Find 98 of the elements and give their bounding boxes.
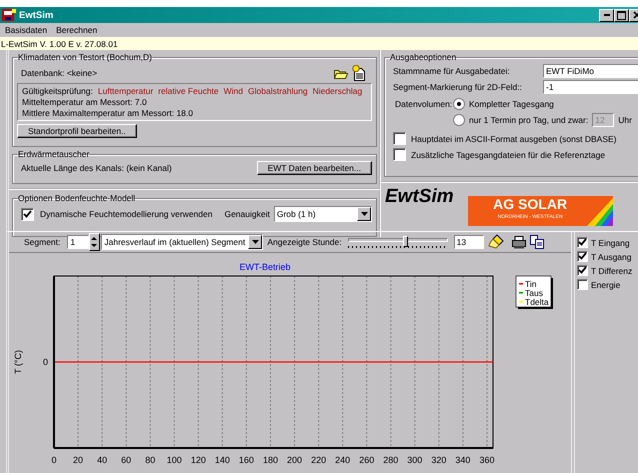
checkbox[interactable] [393, 148, 406, 161]
hour-value-field[interactable]: 13 [454, 235, 484, 249]
dropdown-button[interactable] [357, 207, 371, 221]
x-tick-label: 100 [166, 455, 182, 465]
checkbox-label: T Eingang [591, 238, 630, 248]
dropdown-value: Grob (1 h) [276, 209, 317, 219]
legend-label: Tin [525, 279, 536, 289]
stem-name-label: Stammname für Ausgabedatei: [393, 66, 511, 76]
segment-marker-label: Segment-Markierung für 2D-Feld:: [393, 82, 523, 92]
view-dropdown[interactable]: Jahresverlauf im (aktuellen) Segment [101, 234, 264, 250]
dropdown-button[interactable] [248, 235, 262, 249]
validity-item: relative Feuchte [158, 86, 219, 96]
radio-label: nur 1 Termin pro Tag, und zwar: [469, 115, 588, 125]
logo-title: AG SOLAR [493, 196, 568, 213]
mean-temperature: Mitteltemperatur am Messort: 7.0 [22, 97, 147, 107]
edit-ewt-button[interactable]: EWT Daten bearbeiten... [256, 161, 372, 175]
radio-button[interactable] [453, 114, 465, 126]
group-title: Klimadaten von Testort (Bochum,D) [18, 52, 152, 62]
legend-label: Taus [525, 288, 543, 298]
checkbox-label: Hauptdatei im ASCII-Format ausgeben (sonst DBASE) [411, 134, 617, 144]
validity-item: Globalstrahlung [248, 86, 308, 96]
stem-name-field[interactable]: EWT FiDiMo [543, 64, 638, 78]
checkbox[interactable] [21, 208, 34, 220]
segment-field[interactable]: 1 [67, 235, 90, 249]
maximize-icon [617, 10, 626, 20]
segment-label: Segment: [24, 237, 60, 247]
x-tick-label: 180 [262, 455, 278, 465]
x-tick-label: 240 [335, 455, 350, 465]
radio-label: Kompletter Tagesgang [469, 99, 554, 109]
checkbox-label: T Differenz [591, 266, 632, 276]
minimize-icon [604, 14, 610, 16]
x-tick-label: 120 [190, 455, 206, 465]
y-tick-label: 0 [42, 357, 48, 367]
checkbox[interactable] [393, 132, 406, 145]
minimize-button[interactable] [599, 8, 614, 22]
checkbox[interactable] [577, 237, 588, 248]
max-temperature: Mittlere Maximaltemperatur am Messort: 18.0 [22, 108, 193, 118]
group-title: Optionen Bodenfeuchte-Modell [18, 193, 136, 203]
caret-icon [252, 240, 259, 244]
checkbox[interactable] [577, 279, 588, 290]
app-name: EwtSim [385, 186, 454, 208]
channel-length: Aktuelle Länge des Kanals: (kein Kanal) [21, 163, 172, 173]
x-tick-label: 200 [287, 455, 302, 465]
brush-icon[interactable] [488, 234, 504, 250]
caret-icon [360, 212, 368, 216]
folder-icon[interactable] [334, 68, 348, 78]
checkbox[interactable] [577, 265, 588, 276]
x-tick-label: 300 [407, 455, 422, 465]
group-title: Ausgabeoptionen [390, 52, 456, 62]
x-tick-label: 220 [311, 455, 326, 465]
data-volume-label: Datenvolumen: [395, 98, 453, 111]
legend-label: Tdelta [525, 297, 549, 307]
x-tick-label: 20 [73, 455, 84, 465]
validity-item: Wind [224, 86, 244, 96]
dropdown-value: Jahresverlauf im (aktuellen) Segment [103, 237, 246, 247]
copy-icon[interactable] [530, 235, 544, 249]
menu-item[interactable]: Basisdaten [5, 25, 48, 35]
app-icon [2, 8, 16, 22]
segment-marker-field[interactable]: -1 [543, 80, 638, 94]
rainbow-drawing [586, 198, 613, 226]
validity-label: Gültigkeitsprüfung: [22, 86, 93, 96]
x-tick-label: 360 [479, 455, 494, 465]
hour-slider[interactable] [348, 236, 448, 248]
x-tick-label: 160 [238, 455, 254, 465]
x-tick-label: 60 [121, 455, 132, 465]
x-tick-label: 320 [431, 455, 446, 465]
x-tick-label: 0 [52, 455, 56, 465]
hour-unit: Uhr [618, 115, 632, 125]
x-tick-label: 140 [214, 455, 230, 465]
window-title: EwtSim [19, 10, 54, 20]
accuracy-label: Genauigkeit [224, 209, 270, 219]
hour-label: Angezeigte Stunde: [267, 237, 342, 247]
document-icon[interactable] [352, 65, 366, 81]
checkbox-label: Energie [591, 280, 620, 290]
slider-thumb[interactable] [402, 236, 408, 247]
spin-buttons[interactable] [89, 233, 100, 251]
version-text: L-EwtSim V. 1.00 E v. 27.08.01 [1, 38, 118, 48]
checkbox-label: Zusätzliche Tagesgangdateien für die Referenztage [411, 150, 606, 160]
x-tick-label: 80 [145, 455, 156, 465]
edit-profile-button[interactable]: Standortprofil bearbeiten.. [17, 124, 137, 138]
accuracy-dropdown[interactable]: Grob (1 h) [274, 206, 372, 222]
checkbox-label: Dynamische Feuchtemodellierung verwenden [40, 209, 212, 219]
validity-item: Lufttemperatur [98, 86, 154, 96]
printer-icon[interactable] [512, 236, 526, 248]
maximize-button[interactable] [614, 8, 629, 22]
radio-button[interactable] [453, 98, 465, 110]
x-tick-label: 340 [455, 455, 470, 465]
checkbox[interactable] [577, 251, 588, 262]
chart-title: EWT-Betrieb [240, 262, 290, 272]
group-title: Erdwärmetauscher [18, 149, 90, 159]
x-tick-label: 260 [359, 455, 374, 465]
y-axis-label: T (°C) [13, 350, 23, 374]
x-tick-label: 40 [97, 455, 108, 465]
menu-item[interactable]: Berechnen [56, 25, 98, 35]
checkbox-label: T Ausgang [591, 252, 632, 262]
x-tick-label: 280 [383, 455, 398, 465]
validity-item: Niederschlag [312, 86, 362, 96]
database-label: Datenbank: <keine> [21, 68, 98, 78]
